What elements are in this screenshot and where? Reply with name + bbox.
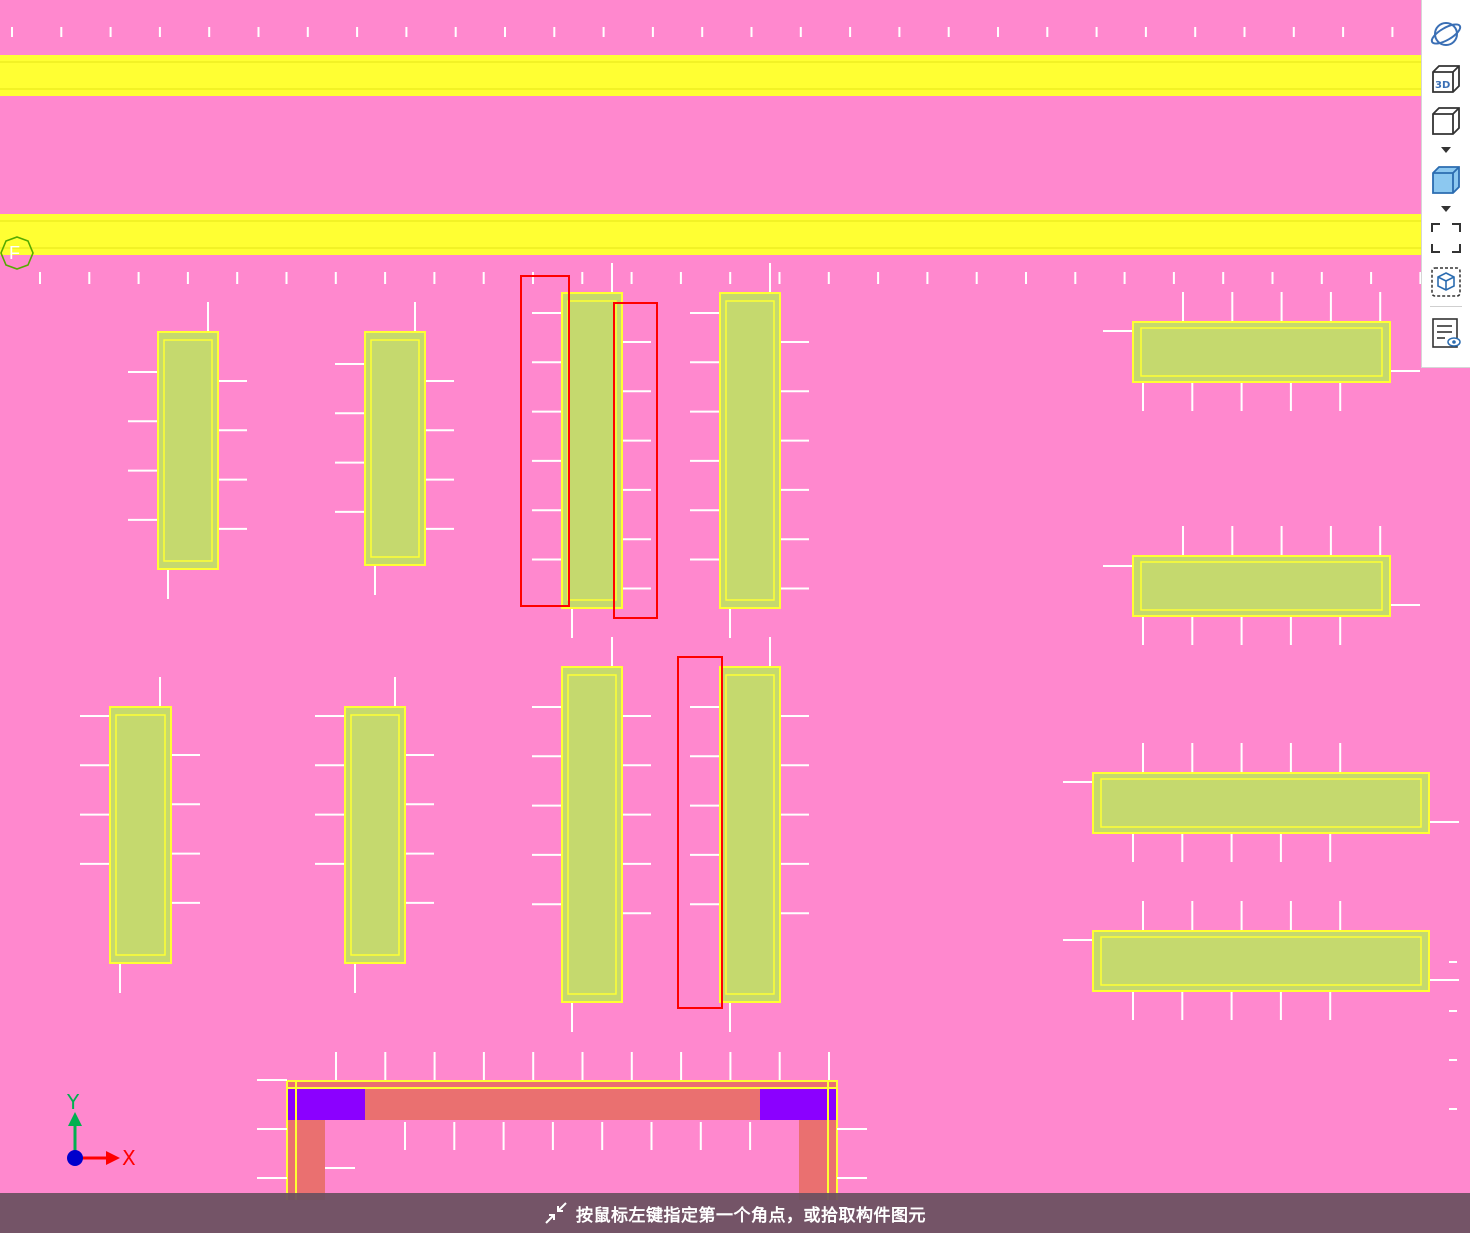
view-toolbar: 3D — [1421, 0, 1470, 368]
column-body — [719, 666, 781, 1003]
y-axis-label: Y — [67, 1090, 80, 1114]
column-body — [561, 666, 623, 1003]
shaded-cube-icon — [1432, 166, 1460, 194]
fit-view-button[interactable] — [1427, 220, 1465, 256]
status-bar: 按鼠标左键指定第一个角点，或拾取构件图元 — [0, 1193, 1470, 1233]
shaded-view-button[interactable] — [1427, 161, 1465, 197]
svg-text:3D: 3D — [1435, 80, 1450, 91]
shaded-dropdown-caret-icon[interactable] — [1441, 206, 1451, 212]
beam-band-upper[interactable] — [0, 55, 1421, 96]
cube-3d-icon: 3D — [1432, 65, 1460, 93]
partial-3d-button[interactable] — [1427, 264, 1465, 300]
column-body — [1092, 930, 1430, 992]
toolbar-separator — [1430, 306, 1462, 307]
column-body — [1092, 772, 1430, 834]
wireframe-dropdown-caret-icon[interactable] — [1441, 147, 1451, 153]
corner-block-left — [288, 1087, 365, 1120]
beam-band-lower[interactable] — [0, 214, 1421, 255]
status-message: 按鼠标左键指定第一个角点，或拾取构件图元 — [576, 1205, 926, 1226]
corner-block-right — [760, 1087, 836, 1120]
x-axis-label: X — [122, 1146, 136, 1170]
column-body — [1132, 321, 1391, 383]
list-eye-icon — [1432, 318, 1461, 348]
wireframe-view-button[interactable] — [1427, 102, 1465, 138]
drawing-canvas[interactable] — [0, 0, 1470, 1233]
column-body — [1132, 555, 1391, 617]
dashed-cube-icon — [1431, 267, 1461, 297]
column-body — [109, 706, 172, 964]
view-3d-button[interactable]: 3D — [1427, 60, 1465, 96]
grid-marker-label: F — [9, 243, 20, 263]
orbit-icon — [1430, 22, 1462, 46]
column-body — [364, 331, 426, 566]
column-body — [719, 292, 781, 609]
column-body — [344, 706, 406, 964]
orbit-view-button[interactable] — [1427, 16, 1465, 52]
fit-frame-icon — [1431, 223, 1461, 253]
display-settings-button[interactable] — [1427, 315, 1465, 351]
wireframe-cube-icon — [1432, 107, 1460, 135]
column-body — [157, 331, 219, 570]
snap-cursor-icon — [545, 1202, 567, 1224]
